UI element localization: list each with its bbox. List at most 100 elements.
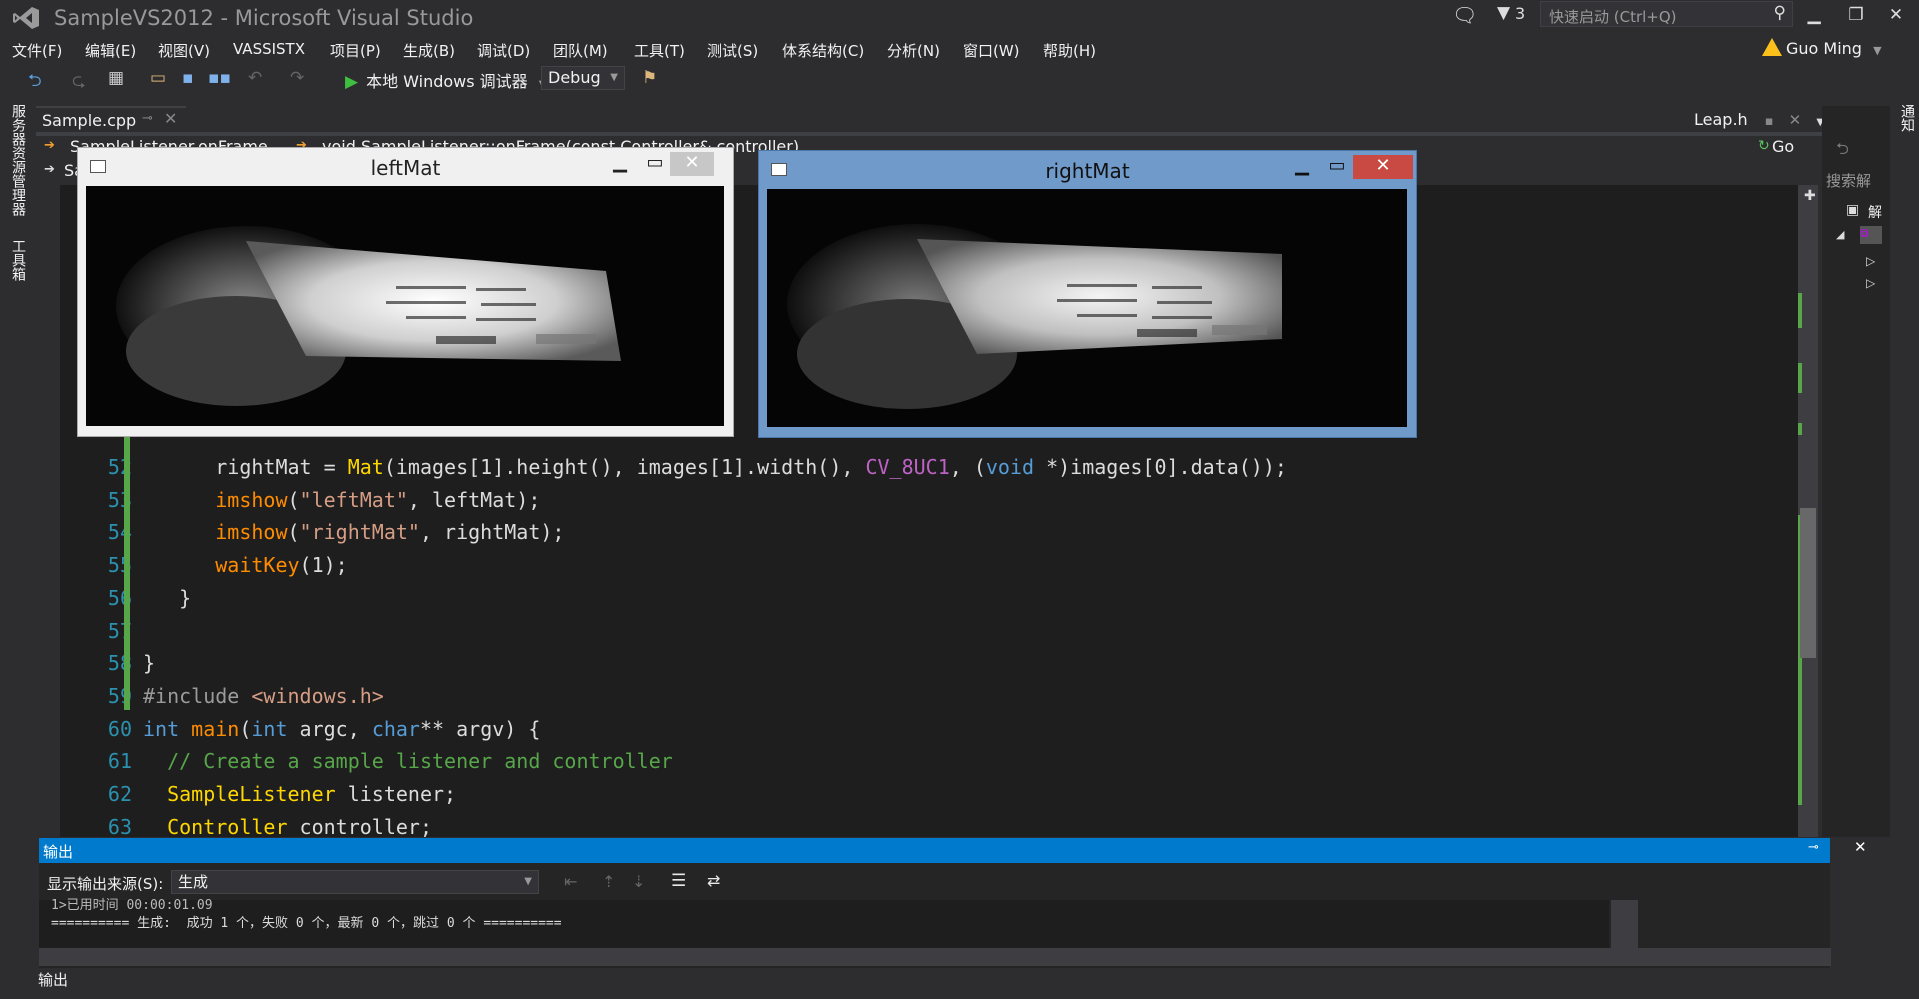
- close-button[interactable]: ✕: [670, 152, 714, 176]
- pin-icon[interactable]: ⊸: [142, 111, 153, 126]
- tab-output[interactable]: 输出: [38, 969, 68, 990]
- toolbox-tab[interactable]: 工具箱: [8, 239, 28, 281]
- output-line: ========== 生成: 成功 1 个，失败 0 个，最新 0 个，跳过 0…: [51, 916, 562, 931]
- arrow-right-icon: ➔: [44, 138, 55, 153]
- code-token: *)images[0].data());: [1034, 455, 1287, 479]
- code-line[interactable]: 54 imshow("rightMat", rightMat);: [60, 520, 1760, 553]
- code-token: "leftMat": [299, 487, 408, 512]
- back-icon[interactable]: ⮌: [1836, 138, 1849, 165]
- scrollbar-thumb[interactable]: [1800, 508, 1816, 658]
- output-title-bar[interactable]: 输出 ▼: [39, 838, 1827, 863]
- menu-help[interactable]: 帮助(H): [1043, 40, 1096, 61]
- menu-window[interactable]: 窗口(W): [963, 40, 1020, 61]
- collapse-arrow-icon[interactable]: ▷: [1866, 276, 1875, 290]
- pin-icon[interactable]: ▪: [1765, 114, 1774, 129]
- solution-node-label[interactable]: 解: [1868, 202, 1882, 222]
- code-token: (: [239, 716, 252, 741]
- code-line[interactable]: 60 int main(int argc, char** argv) {: [60, 717, 1760, 750]
- code-text: imshow("rightMat", rightMat);: [143, 520, 564, 544]
- line-number: 60: [107, 716, 132, 741]
- code-line[interactable]: 52 rightMat = Mat(images[1].height(), im…: [60, 455, 1760, 488]
- code-line[interactable]: 62 SampleListener listener;: [60, 782, 1760, 815]
- code-line[interactable]: 56 }: [60, 586, 1760, 619]
- code-line[interactable]: 53 imshow("leftMat", leftMat);: [60, 488, 1760, 521]
- menu-test[interactable]: 测试(S): [707, 40, 758, 61]
- back-icon[interactable]: ⮌: [28, 68, 42, 97]
- solution-search-input[interactable]: 搜索解: [1826, 170, 1890, 191]
- user-account[interactable]: Guo Ming ▼: [1762, 38, 1882, 58]
- save-all-icon[interactable]: ▪▪: [208, 68, 231, 88]
- menu-project[interactable]: 项目(P): [330, 40, 381, 61]
- close-icon[interactable]: ✕: [1789, 111, 1802, 129]
- clear-all-icon[interactable]: ☰: [671, 871, 686, 891]
- output-line: 1>已用时间 00:00:01.09: [51, 898, 213, 913]
- search-icon[interactable]: ⚲: [1774, 3, 1786, 23]
- expand-icon[interactable]: ◢: [1836, 228, 1844, 241]
- line-number: 63: [107, 814, 132, 839]
- find-message-icon[interactable]: ⇤: [564, 872, 577, 891]
- leftmat-window[interactable]: leftMat ▁ ▭ ✕: [77, 147, 734, 437]
- solution-configuration-select[interactable]: Debug ▼: [541, 66, 625, 90]
- close-button[interactable]: ✕: [1353, 155, 1413, 179]
- menu-edit[interactable]: 编辑(E): [85, 40, 136, 61]
- save-icon[interactable]: ▪: [182, 68, 194, 88]
- close-panel-icon[interactable]: ✕: [1854, 838, 1867, 856]
- menu-analyze[interactable]: 分析(N): [887, 40, 940, 61]
- menu-file[interactable]: 文件(F): [12, 40, 62, 61]
- menu-view[interactable]: 视图(V): [158, 40, 210, 61]
- go-icon[interactable]: ↻: [1758, 138, 1770, 154]
- editor-scrollbar[interactable]: [1798, 185, 1818, 837]
- split-icon[interactable]: ✚: [1804, 188, 1816, 204]
- word-wrap-icon[interactable]: ⇄: [707, 871, 720, 890]
- code-text: }: [143, 586, 191, 610]
- filter-icon[interactable]: ▼: [1497, 3, 1510, 23]
- code-line[interactable]: 59 #include <windows.h>: [60, 684, 1760, 717]
- rightmat-window[interactable]: rightMat ▁ ▭ ✕: [758, 150, 1417, 438]
- collapse-arrow-icon[interactable]: ▷: [1866, 254, 1875, 268]
- quick-launch-input[interactable]: 快速启动 (Ctrl+Q) ⚲: [1540, 1, 1793, 27]
- project-icon[interactable]: ⧉: [1860, 226, 1882, 244]
- code-token: imshow: [215, 487, 288, 512]
- start-debugging-button[interactable]: ▶本地 Windows 调试器 ▼: [345, 68, 546, 92]
- code-text: Controller controller;: [143, 815, 432, 839]
- previous-message-icon[interactable]: ⇡: [602, 872, 615, 891]
- output-source-select[interactable]: 生成 ▼: [171, 870, 539, 894]
- rightmat-camera-image: [767, 189, 1407, 427]
- pin-icon[interactable]: ⊸: [1808, 840, 1819, 855]
- code-line[interactable]: 55 waitKey(1);: [60, 553, 1760, 586]
- minimize-button[interactable]: ▁: [1796, 2, 1832, 28]
- menu-vassistx[interactable]: VASSISTX: [233, 40, 305, 58]
- restore-button[interactable]: ❐: [1838, 2, 1874, 28]
- open-folder-icon[interactable]: ▭: [150, 68, 166, 88]
- arrow-right-icon: ➔: [44, 162, 55, 177]
- output-hscrollbar[interactable]: [39, 948, 1831, 966]
- server-explorer-tab[interactable]: 服务器资源管理器: [8, 104, 28, 216]
- code-line[interactable]: 58}: [60, 651, 1760, 684]
- next-message-icon[interactable]: ⇣: [632, 872, 645, 891]
- notification-bubble-icon[interactable]: 🗨: [1452, 3, 1477, 27]
- code-line[interactable]: 61 // Create a sample listener and contr…: [60, 749, 1760, 782]
- menu-build[interactable]: 生成(B): [403, 40, 455, 61]
- tab-leap-h[interactable]: Leap.h ▪ ✕ ▼: [1694, 110, 1824, 129]
- menu-architecture[interactable]: 体系结构(C): [782, 40, 864, 61]
- find-in-files-icon[interactable]: ⚑: [642, 68, 657, 88]
- code-token: "rightMat": [299, 520, 420, 545]
- forward-icon[interactable]: ⮎: [72, 68, 86, 97]
- code-token: argc,: [287, 716, 372, 741]
- go-button[interactable]: Go: [1772, 137, 1794, 156]
- close-icon[interactable]: ✕: [164, 109, 177, 128]
- menu-debug[interactable]: 调试(D): [477, 40, 530, 61]
- menu-tools[interactable]: 工具(T): [634, 40, 685, 61]
- undo-icon[interactable]: ↶: [248, 68, 262, 88]
- notifications-tab[interactable]: 通知: [1897, 104, 1917, 132]
- redo-icon[interactable]: ↷: [290, 68, 304, 88]
- menu-team[interactable]: 团队(M): [553, 40, 608, 61]
- code-line[interactable]: 57: [60, 619, 1760, 652]
- code-token: char: [371, 716, 420, 741]
- code-token: (images[1].height(), images[1].width(),: [383, 455, 866, 479]
- scroll-change-mark: [1798, 293, 1802, 328]
- new-project-icon[interactable]: ▦: [108, 68, 124, 88]
- close-button[interactable]: ✕: [1878, 2, 1914, 28]
- tab-sample-cpp[interactable]: Sample.cpp ⊸ ✕: [36, 106, 186, 134]
